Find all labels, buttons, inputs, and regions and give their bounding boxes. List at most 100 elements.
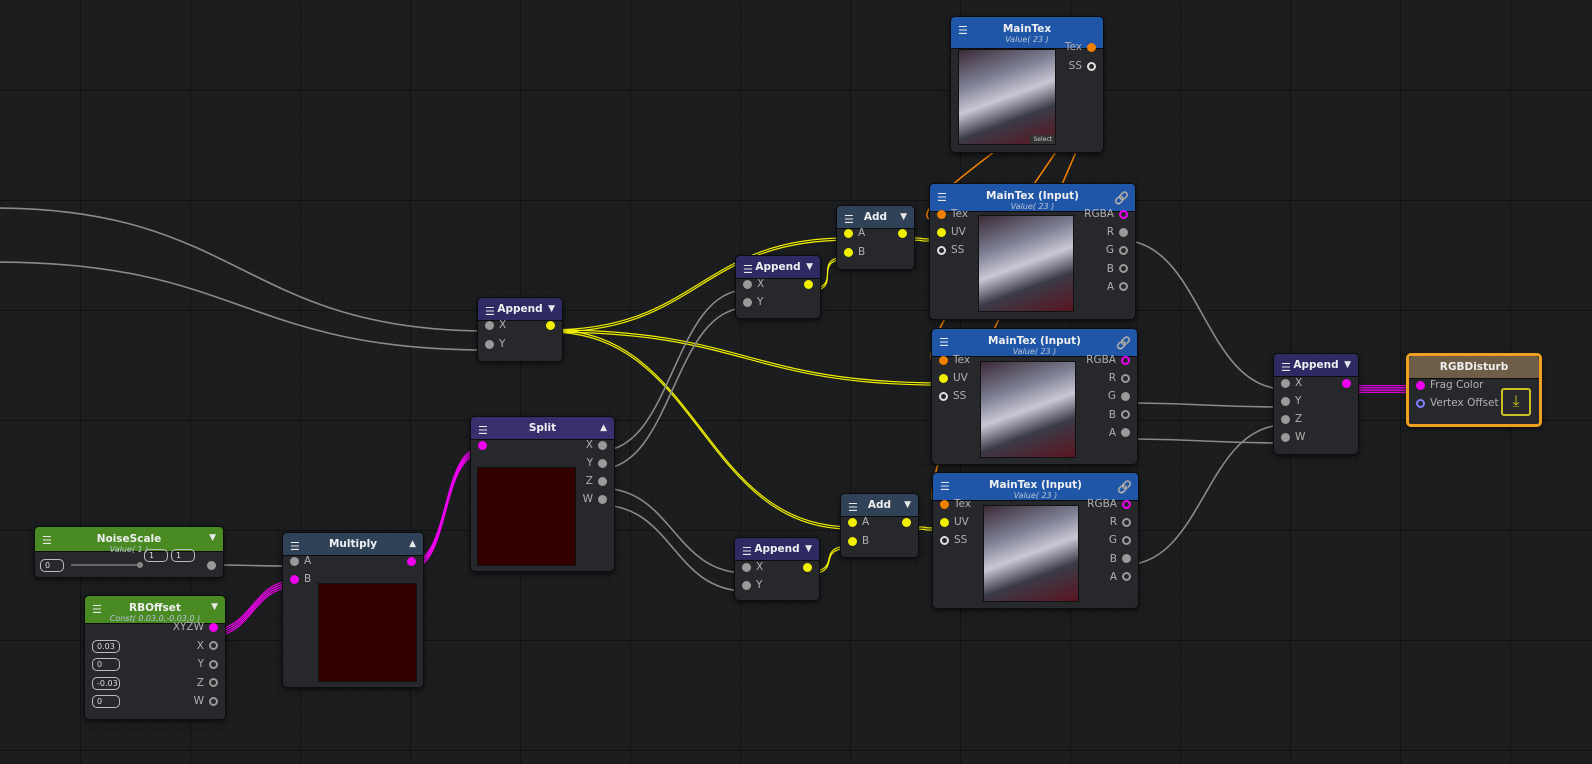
port-dot-icon[interactable]	[743, 297, 752, 307]
menu-icon[interactable]: ☰	[743, 263, 753, 276]
port-dot-icon[interactable]	[478, 440, 487, 450]
port-dot-icon[interactable]	[1281, 414, 1290, 424]
input-port-x[interactable]: X	[1281, 376, 1302, 390]
node-append2[interactable]: ☰ Append ▼ X Y	[734, 537, 820, 601]
input-port-y[interactable]: Y	[1281, 394, 1301, 408]
output-port-out[interactable]	[799, 277, 813, 291]
port-dot-icon[interactable]	[1119, 209, 1128, 219]
chevron-down-icon[interactable]: ▼	[900, 212, 907, 222]
port-dot-icon[interactable]	[598, 494, 607, 504]
menu-icon[interactable]: ☰	[939, 336, 949, 349]
input-port-in[interactable]	[478, 438, 492, 452]
link-icon[interactable]: 🔗	[1114, 191, 1129, 205]
port-dot-icon[interactable]	[1121, 373, 1130, 383]
menu-icon[interactable]: ☰	[1281, 361, 1291, 374]
output-port[interactable]	[202, 558, 216, 572]
menu-icon[interactable]: ☰	[485, 305, 495, 318]
input-port-a[interactable]: A	[290, 554, 311, 568]
menu-icon[interactable]: ☰	[290, 540, 300, 553]
port-dot-icon[interactable]	[209, 678, 218, 687]
input-port-b[interactable]: B	[844, 245, 865, 259]
output-port-g[interactable]: G	[1106, 243, 1128, 257]
node-tex1[interactable]: ☰ MainTex (Input) Value( 23 ) 🔗 Tex UV SS RGBA R…	[929, 183, 1136, 320]
port-dot-icon[interactable]	[1119, 245, 1128, 255]
output-port-r[interactable]: R	[1109, 371, 1130, 385]
output-port-xyzw[interactable]: XYZW	[173, 620, 218, 634]
input-port-y[interactable]: Y	[485, 337, 505, 351]
node-tex3[interactable]: ☰ MainTex (Input) Value( 23 ) 🔗 Tex UV SS RGBA R…	[932, 472, 1139, 609]
port-dot-icon[interactable]	[1416, 398, 1425, 408]
port-dot-icon[interactable]	[1342, 378, 1351, 388]
output-port-a[interactable]: A	[1110, 570, 1131, 584]
output-port-g[interactable]: G	[1108, 389, 1130, 403]
output-port-r[interactable]: R	[1107, 225, 1128, 239]
port-dot-icon[interactable]	[1281, 378, 1290, 388]
port-dot-icon[interactable]	[209, 659, 218, 669]
node-tex2[interactable]: ☰ MainTex (Input) Value( 23 ) 🔗 Tex UV SS RGBA R…	[931, 328, 1138, 465]
menu-icon[interactable]: ☰	[940, 480, 950, 493]
node-header[interactable]: ☰ Append ▼	[735, 538, 819, 561]
output-port-y[interactable]: Y	[198, 657, 218, 671]
port-dot-icon[interactable]	[485, 320, 494, 330]
input-port-b[interactable]: B	[290, 572, 311, 586]
input-port-uv[interactable]: UV	[939, 371, 968, 385]
output-port-rgba[interactable]: RGBA	[1086, 353, 1130, 367]
output-port-b[interactable]: B	[1109, 408, 1130, 422]
input-port-tex[interactable]: Tex	[937, 207, 968, 221]
input-port-z[interactable]: Z	[1281, 412, 1302, 426]
menu-icon[interactable]: ☰	[478, 424, 488, 437]
input-port-x[interactable]: X	[742, 560, 763, 574]
chevron-up-icon[interactable]: ▲	[600, 423, 607, 433]
port-dot-icon[interactable]	[937, 245, 946, 255]
input-port-b[interactable]: B	[848, 534, 869, 548]
output-port-b[interactable]: B	[1110, 552, 1131, 566]
component-field-0[interactable]: 0.03	[92, 639, 120, 653]
input-port-a[interactable]: A	[848, 515, 869, 529]
menu-icon[interactable]: ☰	[844, 213, 854, 226]
port-dot-icon[interactable]	[207, 560, 216, 570]
port-dot-icon[interactable]	[742, 562, 751, 572]
node-add2[interactable]: ☰ Add ▼ A B	[840, 493, 919, 558]
port-dot-icon[interactable]	[1281, 432, 1290, 442]
component-field-1[interactable]: 0	[92, 658, 120, 671]
output-port-b[interactable]: B	[1107, 262, 1128, 276]
port-dot-icon[interactable]	[209, 641, 218, 650]
menu-icon[interactable]: ☰	[958, 24, 968, 37]
port-dot-icon[interactable]	[940, 517, 949, 527]
menu-icon[interactable]: ☰	[92, 603, 102, 616]
input-port-ss[interactable]: SS	[939, 389, 966, 403]
chevron-down-icon[interactable]: ▼	[211, 602, 218, 612]
node-header[interactable]: ☰ Append ▼	[736, 256, 820, 279]
output-port-w[interactable]: W	[194, 694, 218, 708]
output-port-rgba[interactable]: RGBA	[1087, 497, 1131, 511]
port-dot-icon[interactable]	[598, 476, 607, 486]
output-port-x[interactable]: X	[197, 639, 218, 653]
input-port-y[interactable]: Y	[742, 578, 762, 592]
chevron-down-icon[interactable]: ▼	[1344, 360, 1351, 370]
port-dot-icon[interactable]	[1122, 572, 1131, 582]
input-port-x[interactable]: X	[743, 277, 764, 291]
link-icon[interactable]: 🔗	[1117, 480, 1132, 494]
output-port-a[interactable]: A	[1109, 426, 1130, 440]
port-dot-icon[interactable]	[209, 696, 218, 706]
port-dot-icon[interactable]	[898, 228, 907, 238]
port-dot-icon[interactable]	[598, 440, 607, 450]
output-port-ss[interactable]: SS	[1069, 59, 1096, 73]
port-dot-icon[interactable]	[1087, 61, 1096, 71]
port-dot-icon[interactable]	[940, 535, 949, 545]
input-port-frag-color[interactable]: Frag Color	[1416, 378, 1483, 392]
port-dot-icon[interactable]	[1416, 380, 1425, 390]
port-dot-icon[interactable]	[1119, 227, 1128, 237]
port-dot-icon[interactable]	[848, 517, 857, 527]
node-multiply[interactable]: ☰ Multiply ▲ A B	[282, 532, 424, 688]
chevron-down-icon[interactable]: ▼	[548, 304, 555, 314]
input-port-a[interactable]: A	[844, 226, 865, 240]
port-dot-icon[interactable]	[1087, 42, 1096, 52]
port-dot-icon[interactable]	[743, 279, 752, 289]
value-field[interactable]: 1	[144, 549, 168, 562]
port-dot-icon[interactable]	[1122, 535, 1131, 545]
node-add1[interactable]: ☰ Add ▼ A B	[836, 205, 915, 270]
node-append1[interactable]: ☰ Append ▼ X Y	[735, 255, 821, 319]
port-dot-icon[interactable]	[803, 562, 812, 572]
input-port-vertex-offset[interactable]: Vertex Offset	[1416, 396, 1499, 410]
